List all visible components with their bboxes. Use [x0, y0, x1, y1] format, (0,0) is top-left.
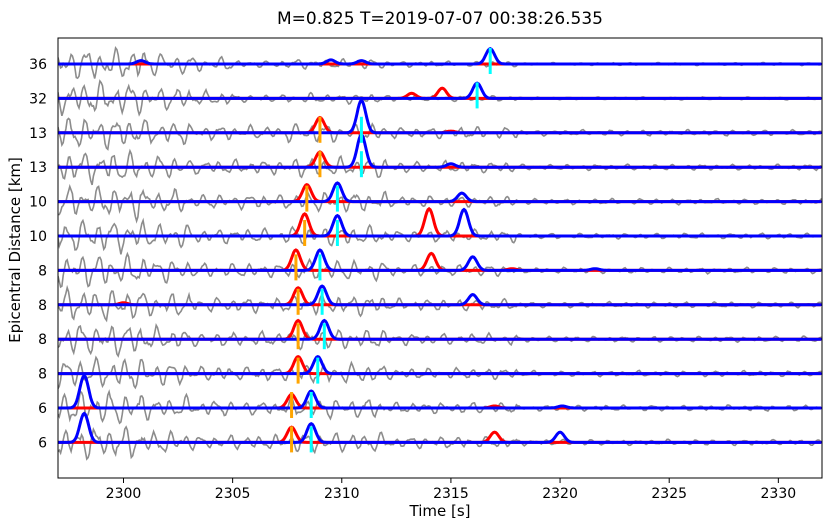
y-tick-label: 13 [29, 160, 47, 176]
x-tick-label: 2325 [651, 486, 687, 502]
plot-frame [57, 37, 823, 479]
s-probability-curve [58, 284, 821, 307]
x-tick-label: 2305 [215, 486, 251, 502]
x-tick-label: 2330 [761, 486, 797, 502]
x-tick-label: 2300 [106, 486, 142, 502]
p-probability-curve [58, 354, 821, 376]
s-probability-curve [58, 318, 821, 341]
y-tick-label: 13 [29, 126, 47, 142]
baseline-group [58, 62, 822, 444]
p-probability-curve [58, 318, 821, 341]
probability-curve-group [58, 47, 821, 444]
p-probability-curve [58, 86, 821, 100]
chart-title: M=0.825 T=2019-07-07 00:38:26.535 [277, 9, 603, 29]
x-tick-label: 2310 [324, 486, 360, 502]
s-probability-curve [58, 98, 821, 135]
p-probability-curve [58, 248, 821, 272]
y-tick-label: 6 [38, 435, 47, 451]
y-axis-label: Epicentral Distance [km] [6, 157, 24, 343]
x-tick-label: 2320 [542, 486, 578, 502]
s-probability-curve [58, 354, 821, 376]
s-probability-curve [58, 47, 821, 66]
y-tick-label: 10 [29, 195, 47, 211]
y-tick-label: 6 [38, 401, 47, 417]
waveform-trace [58, 183, 822, 224]
s-probability-curve [58, 373, 821, 410]
y-tick-label: 8 [38, 263, 47, 279]
p-probability-curve [58, 206, 821, 238]
y-tick-label: 8 [38, 367, 47, 383]
s-probability-curve [58, 207, 821, 238]
y-tick-label: 8 [38, 298, 47, 314]
x-axis-label: Time [s] [409, 502, 471, 520]
y-tick-label: 36 [29, 57, 47, 73]
x-axis: 2300 2305 2310 2315 2320 2325 2330 [106, 478, 796, 502]
p-probability-curve [58, 286, 821, 307]
y-tick-label: 8 [38, 332, 47, 348]
y-axis: 36 32 13 13 10 10 8 8 8 8 6 6 [29, 57, 47, 451]
seismogram-figure: M=0.825 T=2019-07-07 00:38:26.535 2300 23… [6, 9, 823, 520]
y-tick-label: 32 [29, 91, 47, 107]
x-tick-label: 2315 [433, 486, 469, 502]
waveform-group [58, 45, 822, 461]
plot-area [58, 45, 822, 461]
y-tick-label: 10 [29, 229, 47, 245]
